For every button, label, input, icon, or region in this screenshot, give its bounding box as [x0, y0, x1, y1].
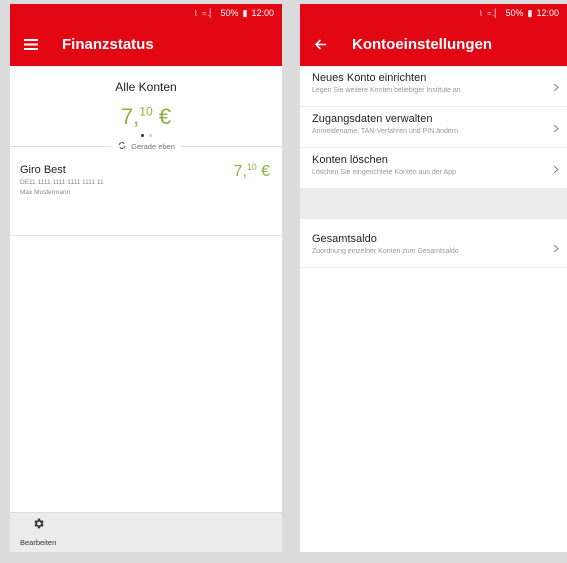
clock: 12:00 [251, 8, 274, 18]
battery-icon: ▮ [527, 7, 533, 18]
section-separator [300, 189, 567, 219]
chevron-right-icon [553, 240, 559, 258]
divider [180, 146, 282, 147]
total-amount-cents: 10 [139, 104, 153, 119]
back-arrow-icon[interactable] [300, 38, 342, 50]
delete-accounts-item[interactable]: Konten löschen Löschen Sie eingerichtete… [300, 148, 567, 189]
battery-icon: ▮ [242, 7, 248, 18]
new-account-item[interactable]: Neues Konto einrichten Legen Sie weitere… [300, 66, 567, 107]
menu-item-subtitle: Legen Sie weitere Konten beliebiger Inst… [312, 87, 461, 94]
page-indicator [10, 134, 282, 137]
total-balance-item[interactable]: Gesamtsaldo Zuordnung einzelner Konten z… [300, 227, 567, 268]
clock: 12:00 [536, 8, 559, 18]
page-dot [148, 134, 152, 137]
battery-percent: 50% [505, 8, 524, 18]
account-amount-main: 7, [233, 163, 247, 181]
account-row[interactable]: Giro Best DE11 1111 1111 1111 1111 11 Ma… [10, 152, 282, 236]
signal-strength: ≈.▏ [202, 8, 217, 18]
total-amount-main: 7, [120, 104, 140, 129]
finanzstatus-screen: ⌇ ≈.▏ 50% ▮ 12:00 Finanzstatus Alle Kont… [10, 4, 282, 552]
kontoeinstellungen-screen: ⌇ ≈.▏ 50% ▮ 12:00 Kontoeinstellungen Neu… [300, 4, 567, 552]
edit-button[interactable]: Bearbeiten [20, 517, 56, 547]
refresh-icon [117, 141, 127, 152]
wifi-icon: ⌇ [478, 8, 484, 18]
menu-item-title: Neues Konto einrichten [312, 72, 427, 84]
battery-percent: 50% [220, 8, 239, 18]
divider [10, 146, 112, 147]
account-owner: Max Mustermann [20, 189, 71, 196]
chevron-right-icon [553, 79, 559, 97]
status-bar: ⌇ ≈.▏ 50% ▮ 12:00 [10, 4, 282, 22]
page-dot-active [140, 134, 144, 137]
last-refresh-text: Gerade eben [131, 142, 175, 151]
status-bar: ⌇ ≈.▏ 50% ▮ 12:00 [300, 4, 567, 22]
menu-item-subtitle: Zuordnung einzelner Konten zum Gesamtsal… [312, 248, 459, 255]
account-amount-cents: 10 [246, 162, 257, 172]
wifi-icon: ⌇ [193, 8, 199, 18]
signal-strength: ≈.▏ [487, 8, 502, 18]
menu-item-title: Gesamtsaldo [312, 233, 377, 245]
all-accounts-label: Alle Konten [115, 80, 177, 94]
menu-item-title: Zugangsdaten verwalten [312, 113, 433, 125]
menu-icon[interactable] [10, 38, 52, 50]
total-balance: 7,10 € [10, 104, 282, 130]
account-currency: € [256, 163, 270, 181]
app-bar: Finanzstatus [10, 22, 282, 66]
credentials-item[interactable]: Zugangsdaten verwalten Anmeldename, TAN-… [300, 107, 567, 148]
page-title: Kontoeinstellungen [352, 35, 492, 53]
menu-item-subtitle: Löschen Sie eingerichtete Konten aus der… [312, 169, 456, 176]
menu-item-subtitle: Anmeldename, TAN-Verfahren und PIN änder… [312, 128, 459, 135]
chevron-right-icon [553, 120, 559, 138]
total-currency: € [152, 104, 172, 129]
chevron-right-icon [553, 161, 559, 179]
gear-icon [32, 517, 45, 535]
refresh-button[interactable]: Gerade eben [111, 141, 181, 152]
bottom-bar: Bearbeiten [10, 512, 282, 552]
account-balance: 7,10 € [234, 162, 270, 181]
edit-label: Bearbeiten [20, 538, 57, 547]
app-bar: Kontoeinstellungen [300, 22, 567, 66]
page-title: Finanzstatus [62, 35, 154, 53]
refresh-row: Gerade eben [10, 141, 282, 152]
account-overview[interactable]: Alle Konten 7,10 € [10, 66, 282, 137]
menu-item-title: Konten löschen [312, 154, 388, 166]
